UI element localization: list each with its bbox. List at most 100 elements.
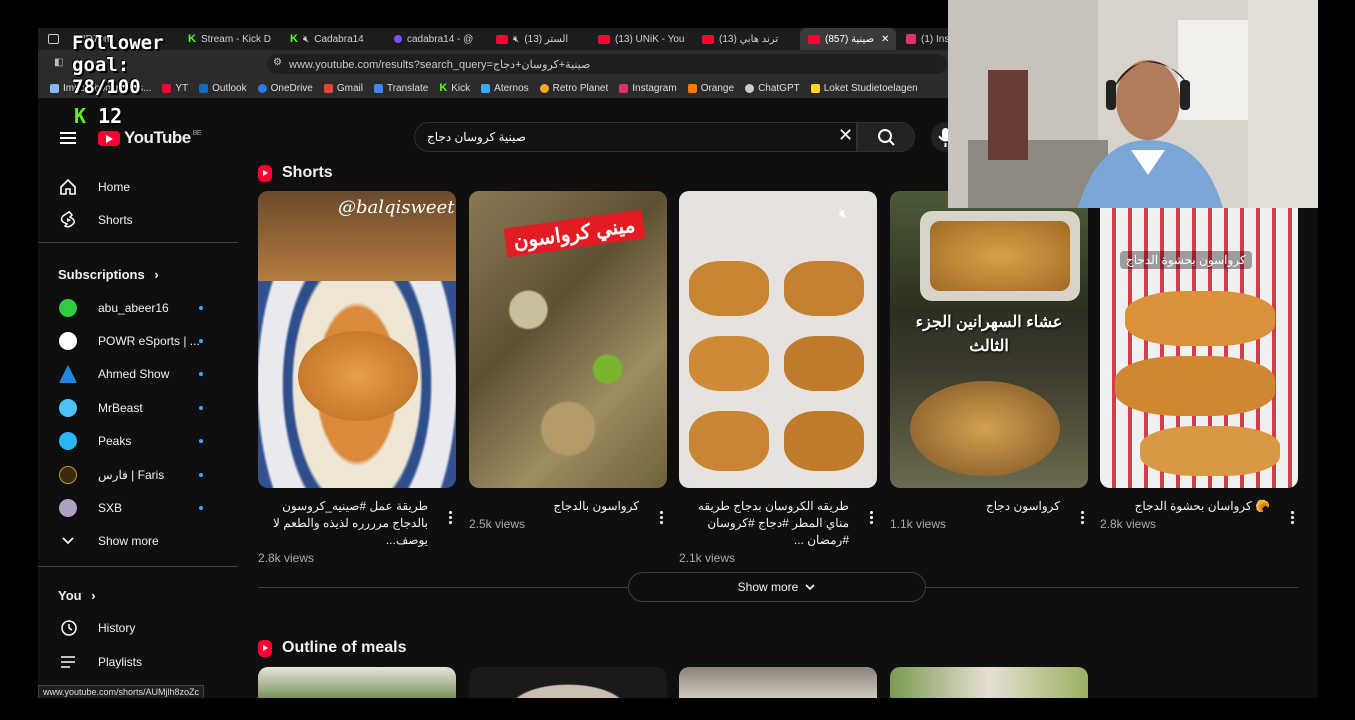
bookmark-gmail[interactable]: Gmail xyxy=(323,83,363,94)
more-options-icon[interactable] xyxy=(1081,509,1084,526)
more-options-icon[interactable] xyxy=(870,509,873,526)
tab-youtube-active[interactable]: (857) صينية ✕ xyxy=(800,28,896,50)
tab-instagram[interactable]: (1) Ins xyxy=(906,28,948,50)
sidebar-channel[interactable]: Peaks xyxy=(38,426,238,456)
webcam-feed xyxy=(948,0,1318,208)
short-title[interactable]: طريقه الكروسان بدجاج طريقه مناي المطر #د… xyxy=(679,498,849,549)
url-input[interactable]: ⚙ www.youtube.com/results?search_query=ص… xyxy=(267,54,947,74)
sidebar-channel[interactable]: SXB xyxy=(38,493,238,523)
tab-youtube-unik[interactable]: (13) UNiK - You xyxy=(598,28,693,50)
search-button[interactable] xyxy=(857,122,915,152)
short-card[interactable]: كرواسون بحشوة الدجاج 🥐 كرواسان بحشوة الد… xyxy=(1100,191,1298,531)
sidebar-show-more[interactable]: Show more xyxy=(38,526,238,556)
short-thumbnail[interactable]: ميني كرواسون xyxy=(469,191,667,488)
new-content-dot xyxy=(199,473,203,477)
chatgpt-icon xyxy=(745,83,755,93)
clear-search-icon[interactable]: ✕ xyxy=(838,125,853,146)
bookmark-orange[interactable]: Orange xyxy=(687,83,734,94)
short-title[interactable]: كرواسون بالدجاج xyxy=(469,498,639,515)
bookmarks-bar: Import bookmarks... YT Outlook OneDrive … xyxy=(38,78,948,98)
youtube-icon xyxy=(496,34,508,44)
short-thumbnail[interactable] xyxy=(679,667,877,698)
channel-avatar xyxy=(59,466,77,484)
bookmark-kick[interactable]: K Kick xyxy=(439,82,470,94)
home-icon xyxy=(59,178,77,196)
channel-avatar xyxy=(59,299,77,317)
short-thumbnail[interactable]: @balqisweet xyxy=(258,191,456,488)
short-card[interactable]: 🔇︎ طريقه الكروسان بدجاج طريقه مناي المطر… xyxy=(679,191,877,565)
sidebar-subscriptions-header[interactable]: Subscriptions › xyxy=(38,259,238,289)
sidebar-item-playlists[interactable]: Playlists xyxy=(38,647,238,677)
site-info-icon[interactable]: ⚙ xyxy=(273,57,282,68)
extensions-icon[interactable]: ◧ xyxy=(54,57,63,68)
short-card[interactable]: عشاء السهرانين الجزء الثالث كرواسون دجاج… xyxy=(890,191,1088,531)
bookmark-instagram[interactable]: Instagram xyxy=(619,83,677,94)
close-tab-icon[interactable]: ✕ xyxy=(881,34,889,45)
more-options-icon[interactable] xyxy=(1291,509,1294,526)
show-more-button[interactable]: Show more xyxy=(628,572,926,602)
new-content-dot xyxy=(199,506,203,510)
youtube-icon xyxy=(162,83,172,93)
kick-icon: K xyxy=(290,33,298,45)
webcam-image xyxy=(948,0,1318,208)
shorts-logo-icon xyxy=(258,639,272,657)
history-icon xyxy=(59,619,77,637)
sidebar-channel[interactable]: POWR eSports | ... xyxy=(38,326,238,356)
sidebar-you-header[interactable]: You › xyxy=(38,580,238,610)
retro-planet-icon xyxy=(539,83,549,93)
shorts-section-header: Shorts xyxy=(258,164,333,182)
short-title[interactable]: طريقة عمل #صينيه_كروسون بالدجاج مرررره ل… xyxy=(258,498,428,549)
tab-threads[interactable]: cadabra14 - @ xyxy=(394,28,489,50)
more-options-icon[interactable] xyxy=(449,509,452,526)
sidebar-channel[interactable]: MrBeast xyxy=(38,393,238,423)
outline-section-header: Outline of meals xyxy=(258,639,406,657)
loket-icon xyxy=(810,83,820,93)
short-thumbnail[interactable] xyxy=(890,667,1088,698)
bookmark-outlook[interactable]: Outlook xyxy=(199,83,247,94)
more-options-icon[interactable] xyxy=(660,509,663,526)
tab-youtube-1[interactable]: 🔇︎ (13) الستر xyxy=(496,28,588,50)
gmail-icon xyxy=(323,83,333,93)
sidebar: Home Shorts Subscriptions › abu_abeer16 … xyxy=(38,138,238,698)
bookmark-onedrive[interactable]: OneDrive xyxy=(257,83,313,94)
kick-icon: K xyxy=(188,33,196,45)
bookmark-translate[interactable]: Translate xyxy=(373,83,428,94)
mute-icon[interactable]: 🔇︎ xyxy=(839,205,848,222)
sidebar-channel[interactable]: abu_abeer16 xyxy=(38,293,238,323)
sidebar-channel[interactable]: فارس | Faris xyxy=(38,460,238,490)
short-card[interactable]: @balqisweet طريقة عمل #صينيه_كروسون بالد… xyxy=(258,191,456,565)
short-thumbnail[interactable]: عشاء السهرانين الجزء الثالث xyxy=(890,191,1088,488)
outlook-icon xyxy=(199,83,209,93)
shorts-logo-icon xyxy=(258,164,272,182)
bookmark-yt[interactable]: YT xyxy=(162,83,188,94)
link-status-bar: www.youtube.com/shorts/AUMjlh8zoZc xyxy=(38,685,205,698)
search-input[interactable]: صينية كروسان دجاج xyxy=(414,122,857,152)
tab-kick-stream[interactable]: K Stream - Kick D xyxy=(188,28,278,50)
short-thumbnail[interactable] xyxy=(258,667,456,698)
short-title[interactable]: كرواسون دجاج xyxy=(890,498,1060,515)
tab-actions-icon[interactable] xyxy=(48,28,68,50)
channel-avatar xyxy=(59,332,77,350)
sidebar-channel[interactable]: Ahmed Show xyxy=(38,359,238,389)
playlists-icon xyxy=(59,653,77,671)
thumbnail-overlay-text: @balqisweet xyxy=(338,197,455,218)
short-thumbnail[interactable]: 🔇︎ xyxy=(679,191,877,488)
bookmark-aternos[interactable]: Aternos xyxy=(481,83,529,94)
short-thumbnail[interactable] xyxy=(469,667,667,698)
tab-kick-cadabra[interactable]: K 🔇︎ Cadabra14 xyxy=(290,28,380,50)
short-card[interactable]: ميني كرواسون كرواسون بالدجاج 2.5k views xyxy=(469,191,667,531)
bookmark-chatgpt[interactable]: ChatGPT xyxy=(745,83,800,94)
section-title: Outline of meals xyxy=(282,639,407,656)
tab-youtube-trend[interactable]: (13) ترند هابي xyxy=(702,28,792,50)
bookmark-loket[interactable]: Loket Studietoelagen xyxy=(810,83,918,94)
sidebar-item-home[interactable]: Home xyxy=(38,172,238,202)
sidebar-item-history[interactable]: History xyxy=(38,613,238,643)
short-thumbnail[interactable]: كرواسون بحشوة الدجاج xyxy=(1100,191,1298,488)
channel-avatar xyxy=(59,399,77,417)
sidebar-divider xyxy=(38,242,238,243)
sidebar-item-shorts[interactable]: Shorts xyxy=(38,205,238,235)
bookmark-retro-planet[interactable]: Retro Planet xyxy=(539,83,608,94)
browser-tab-bar: hrID7om K Stream - Kick D K 🔇︎ Cadabra14 ca… xyxy=(38,28,948,50)
divider xyxy=(258,587,628,588)
short-title[interactable]: 🥐 كرواسان بحشوة الدجاج xyxy=(1100,498,1270,515)
